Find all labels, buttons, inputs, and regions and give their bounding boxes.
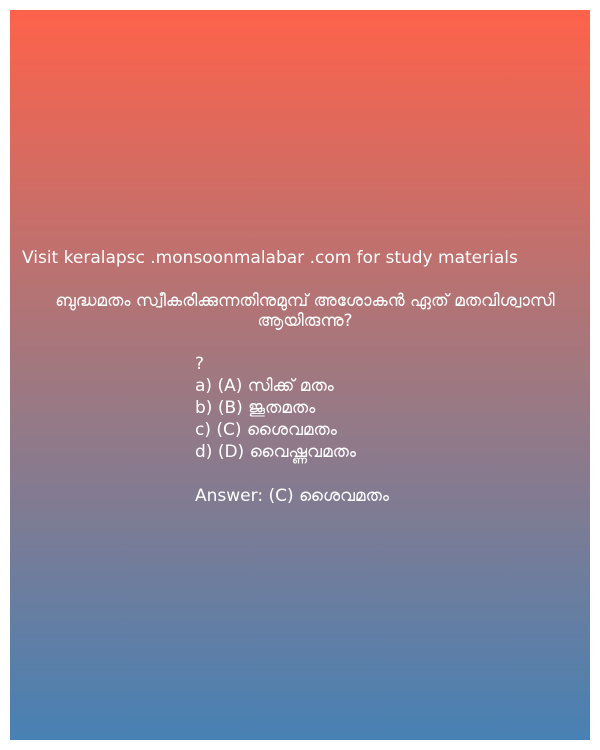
question-text: ബുദ്ധമതം സ്വീകരിക്കുന്നതിനുമുമ്പ് അശോകൻ … (55, 291, 555, 331)
option-c: c) (C) ശൈവമതം (195, 420, 337, 440)
options-block: ? a) (A) സിക്ക് മതം b) (B) ജൂതമതം c) (C)… (195, 353, 389, 507)
answer-line: Answer: (C) ശൈവമതം (195, 486, 389, 506)
visit-line: Visit keralapsc .monsoonmalabar .com for… (22, 248, 518, 268)
option-a: a) (A) സിക്ക് മതം (195, 376, 334, 396)
question-card: Visit keralapsc .monsoonmalabar .com for… (10, 10, 590, 740)
question-mark: ? (195, 354, 205, 374)
option-d: d) (D) വൈഷ്ണവമതം (195, 442, 356, 462)
option-b: b) (B) ജൂതമതം (195, 398, 316, 418)
